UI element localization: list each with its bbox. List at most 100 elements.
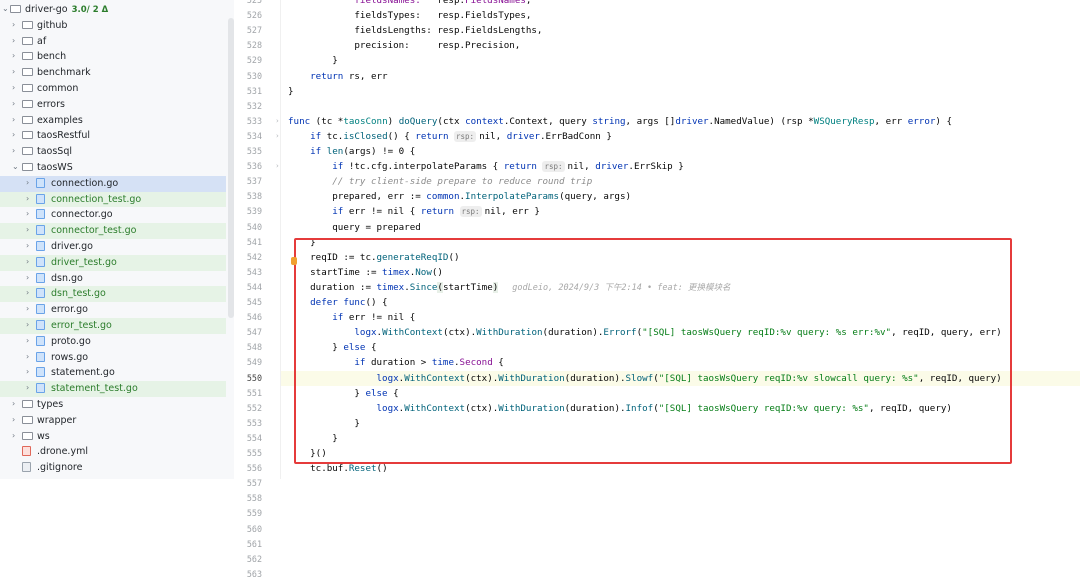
tree-item-driver-test-go[interactable]: › driver_test.go <box>0 254 226 271</box>
tree-item-dsn-test-go[interactable]: › dsn_test.go <box>0 286 226 303</box>
fold-arrow-icon[interactable]: › <box>276 162 279 170</box>
tree-item-connector-test-go[interactable]: › connector_test.go <box>0 223 226 239</box>
code-line: prepared, err := common.InterpolateParam… <box>288 189 631 204</box>
code-token: if <box>288 206 349 218</box>
go-file-icon <box>36 256 45 267</box>
chevron-right-icon[interactable]: › <box>26 273 34 282</box>
tree-item-taosws[interactable]: ⌄ taosWS <box>0 160 226 176</box>
line-number: 529 <box>246 55 262 66</box>
tree-item-proto-go[interactable]: › proto.go <box>0 334 226 350</box>
tree-item-label: .gitignore <box>37 462 83 474</box>
chevron-right-icon[interactable]: › <box>26 257 34 266</box>
chevron-right-icon[interactable]: › <box>12 130 20 139</box>
line-number: 550 <box>246 372 262 383</box>
tree-item-common[interactable]: › common <box>0 81 226 97</box>
line-number: 561 <box>246 538 262 549</box>
line-number: 556 <box>246 463 262 474</box>
fold-arrow-icon[interactable]: › <box>276 117 279 125</box>
tree-item-ws[interactable]: › ws <box>0 429 226 445</box>
chevron-down-icon[interactable]: ⌄ <box>12 162 20 171</box>
chevron-right-icon[interactable]: › <box>26 320 34 329</box>
code-token: string <box>592 115 626 127</box>
chevron-right-icon[interactable]: › <box>12 431 20 440</box>
line-number: 545 <box>246 297 262 307</box>
chevron-right-icon[interactable]: › <box>26 194 34 203</box>
tree-item-label: error.go <box>51 304 88 316</box>
tree-item-github[interactable]: › github <box>0 18 226 34</box>
yaml-file-icon <box>22 446 31 457</box>
code-token: fieldsLengths: resp.FieldsLengths, <box>288 25 543 37</box>
go-file-icon <box>36 177 45 188</box>
code-token: !tc.cfg.interpolateParams { <box>348 161 504 173</box>
code-token: Reset <box>348 463 377 475</box>
chevron-right-icon[interactable]: › <box>26 209 34 218</box>
tree-item-driver-go[interactable]: › driver.go <box>0 239 226 255</box>
line-number: 533 <box>246 115 262 126</box>
code-token: } <box>288 55 338 67</box>
line-number: 549 <box>246 357 262 368</box>
chevron-right-icon[interactable]: › <box>26 336 34 345</box>
chevron-right-icon[interactable]: › <box>12 399 20 408</box>
chevron-right-icon[interactable]: › <box>12 67 20 76</box>
tree-item-gitignore[interactable]: .gitignore <box>0 460 226 476</box>
chevron-right-icon[interactable]: › <box>12 115 20 124</box>
chevron-right-icon[interactable]: › <box>12 99 20 108</box>
tree-item-af[interactable]: › af <box>0 34 226 50</box>
tree-item-connection-go[interactable]: › connection.go <box>0 175 226 192</box>
code-token: , err <box>874 115 908 127</box>
line-number: 532 <box>246 100 262 111</box>
chevron-right-icon[interactable]: › <box>26 241 34 250</box>
tree-item-drone-yml[interactable]: .drone.yml <box>0 444 226 460</box>
code-token: .Context, query <box>503 115 593 127</box>
tree-item-label: driver.go <box>51 241 93 252</box>
tree-item-error-go[interactable]: › error.go <box>0 302 226 318</box>
chevron-right-icon[interactable]: › <box>26 383 34 392</box>
chevron-right-icon[interactable]: › <box>12 146 20 155</box>
tree-item-label: dsn.go <box>51 272 83 284</box>
folder-icon <box>22 147 33 156</box>
root-name: driver-go <box>25 4 68 15</box>
tree-item-bench[interactable]: › bench <box>0 49 226 65</box>
chevron-right-icon[interactable]: › <box>12 83 20 92</box>
fold-arrow-icon[interactable]: › <box>276 132 279 140</box>
chevron-right-icon[interactable]: › <box>12 20 20 29</box>
tree-item-statement-go[interactable]: › statement.go <box>0 365 226 381</box>
tree-item-examples[interactable]: › examples <box>0 113 226 129</box>
code-token: .NamedValue) (rsp * <box>708 115 814 127</box>
tree-item-error-test-go[interactable]: › error_test.go <box>0 318 226 334</box>
chevron-right-icon[interactable]: › <box>12 415 20 424</box>
tree-root-driver-go[interactable]: ⌄ driver-go 3.0/ 2 Δ <box>0 2 226 18</box>
tree-item-label: connector_test.go <box>51 225 137 237</box>
tree-item-label: common <box>37 83 79 94</box>
tree-item-taossql[interactable]: › taosSql <box>0 144 226 160</box>
chevron-right-icon[interactable]: › <box>26 225 34 234</box>
tree-item-errors[interactable]: › errors <box>0 97 226 113</box>
chevron-right-icon[interactable]: › <box>26 178 34 187</box>
chevron-right-icon[interactable]: › <box>12 36 20 45</box>
chevron-down-icon[interactable]: ⌄ <box>2 4 10 13</box>
code-token: precision: resp.Precision, <box>288 40 521 52</box>
chevron-right-icon[interactable]: › <box>26 304 34 313</box>
code-token: rs, err <box>348 70 388 82</box>
tree-root-label: driver-go 3.0/ 2 Δ <box>25 4 108 15</box>
code-token: func <box>288 115 316 127</box>
tree-item-wrapper[interactable]: › wrapper <box>0 413 226 429</box>
chevron-right-icon[interactable]: › <box>26 288 34 297</box>
code-line: if tc.isClosed() { return rsp: nil, drive… <box>288 129 612 144</box>
tree-item-benchmark[interactable]: › benchmark <box>0 65 226 81</box>
line-number: 541 <box>246 236 262 247</box>
line-number: 531 <box>246 85 262 96</box>
tree-item-connection-test-go[interactable]: › connection_test.go <box>0 191 226 208</box>
chevron-right-icon[interactable]: › <box>12 51 20 60</box>
chevron-right-icon[interactable]: › <box>26 367 34 376</box>
tree-item-statement-test-go[interactable]: › statement_test.go <box>0 381 226 397</box>
tree-item-taosrestful[interactable]: › taosRestful <box>0 128 226 144</box>
breakpoint-marker[interactable] <box>291 257 297 265</box>
chevron-right-icon[interactable]: › <box>26 352 34 361</box>
tree-item-connector-go[interactable]: › connector.go <box>0 207 226 223</box>
line-number: 536 <box>246 161 262 172</box>
tree-item-types[interactable]: › types <box>0 397 226 413</box>
code-token: (args) != 0 { <box>343 146 416 157</box>
tree-item-rows-go[interactable]: › rows.go <box>0 350 226 366</box>
tree-item-dsn-go[interactable]: › dsn.go <box>0 271 226 287</box>
